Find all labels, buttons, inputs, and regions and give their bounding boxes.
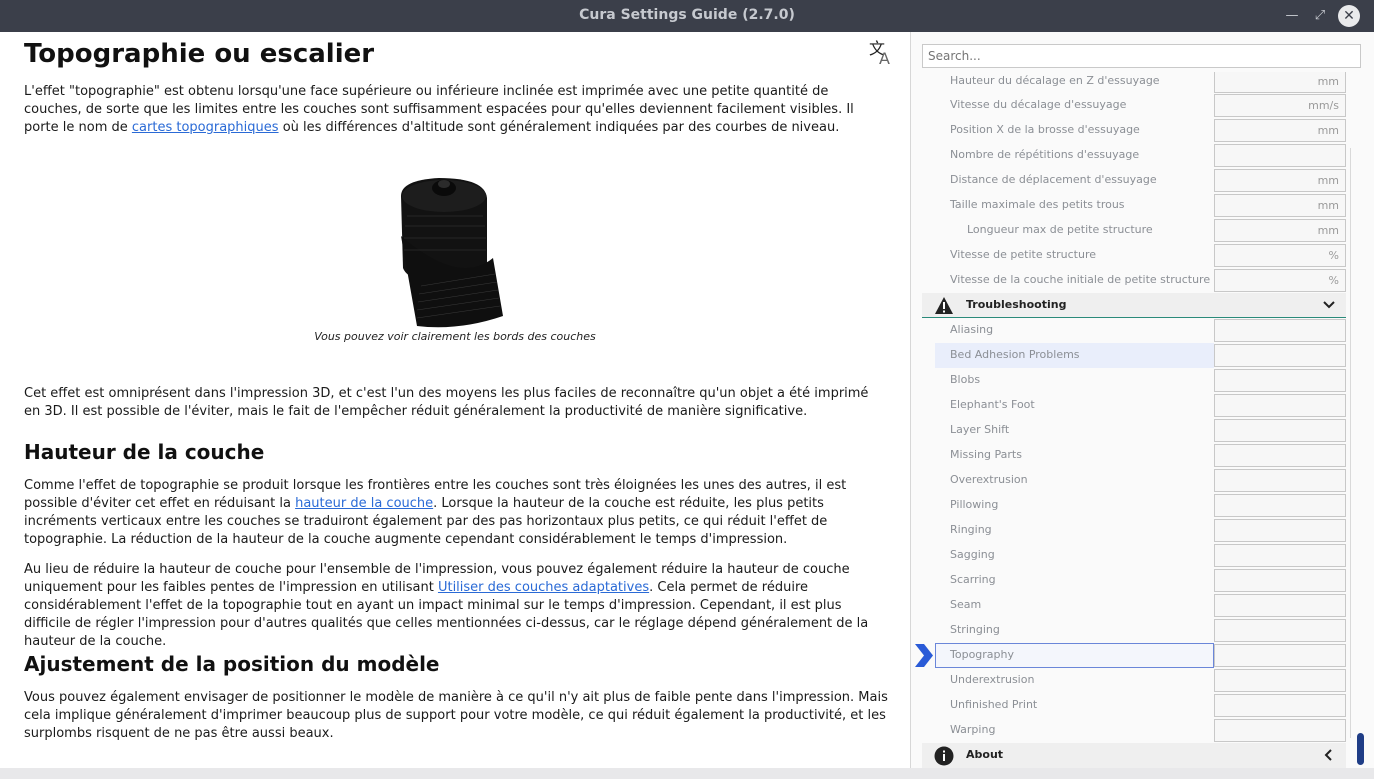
- item-value-field[interactable]: [1214, 369, 1346, 392]
- paragraph-layer-height: Comme l'effet de topographie se produit …: [24, 478, 847, 547]
- setting-row[interactable]: Position X de la brosse d'essuyage mm: [911, 118, 1351, 143]
- setting-row[interactable]: Longueur max de petite structure mm: [911, 218, 1351, 243]
- troubleshooting-item-stringing[interactable]: Stringing: [911, 618, 1351, 643]
- setting-row[interactable]: Vitesse de petite structure %: [911, 243, 1351, 268]
- category-about[interactable]: About: [922, 743, 1346, 768]
- troubleshooting-item-sagging[interactable]: Sagging: [911, 543, 1351, 568]
- scrollbar-track[interactable]: [1350, 148, 1366, 738]
- chevron-left-icon[interactable]: [1322, 748, 1336, 762]
- chevron-down-icon[interactable]: [1322, 298, 1336, 312]
- setting-value-field[interactable]: mm/s: [1214, 94, 1346, 117]
- selected-arrow-icon: [915, 644, 933, 667]
- item-value-field[interactable]: [1214, 469, 1346, 492]
- item-value-field[interactable]: [1214, 544, 1346, 567]
- item-value-field[interactable]: [1214, 444, 1346, 467]
- troubleshooting-item-underextrusion[interactable]: Underextrusion: [911, 668, 1351, 693]
- layer-height-link[interactable]: hauteur de la couche: [295, 496, 433, 511]
- troubleshooting-item-elephants-foot[interactable]: Elephant's Foot: [911, 393, 1351, 418]
- close-button[interactable]: ✕: [1338, 5, 1360, 27]
- setting-value-field[interactable]: mm: [1214, 219, 1346, 242]
- item-value-field[interactable]: [1214, 594, 1346, 617]
- topography-print-photo: [399, 166, 513, 330]
- article: Topographie ou escalier 文 A L'effet "top…: [0, 32, 910, 768]
- setting-value-field[interactable]: mm: [1214, 72, 1346, 93]
- section-title-layer-height: Hauteur de la couche: [24, 440, 265, 464]
- troubleshooting-item-bed-adhesion[interactable]: Bed Adhesion Problems: [911, 343, 1351, 368]
- setting-row[interactable]: Vitesse de la couche initiale de petite …: [911, 268, 1351, 293]
- item-value-field[interactable]: [1214, 344, 1346, 367]
- figure-caption: Vous pouvez voir clairement les bords de…: [314, 330, 596, 343]
- topographic-maps-link[interactable]: cartes topographiques: [132, 120, 279, 135]
- item-value-field[interactable]: [1214, 494, 1346, 517]
- section-title-model-position: Ajustement de la position du modèle: [24, 652, 440, 676]
- item-value-field[interactable]: [1214, 569, 1346, 592]
- item-value-field[interactable]: [1214, 419, 1346, 442]
- window-titlebar: Cura Settings Guide (2.7.0) — ⤢ ✕: [0, 0, 1374, 32]
- translate-icon[interactable]: 文 A: [868, 38, 896, 66]
- setting-value-field[interactable]: %: [1214, 269, 1346, 292]
- scrollbar-thumb[interactable]: [1357, 733, 1364, 765]
- troubleshooting-item-unfinished-print[interactable]: Unfinished Print: [911, 693, 1351, 718]
- troubleshooting-item-aliasing[interactable]: Aliasing: [911, 318, 1351, 343]
- troubleshooting-item-scarring[interactable]: Scarring: [911, 568, 1351, 593]
- window-title: Cura Settings Guide (2.7.0): [579, 7, 795, 23]
- troubleshooting-item-layer-shift[interactable]: Layer Shift: [911, 418, 1351, 443]
- troubleshooting-item-pillowing[interactable]: Pillowing: [911, 493, 1351, 518]
- item-value-field[interactable]: [1214, 519, 1346, 542]
- setting-value-field[interactable]: mm: [1214, 119, 1346, 142]
- window-bottom-edge: [0, 768, 1374, 779]
- troubleshooting-item-topography[interactable]: Topography: [911, 643, 1351, 668]
- info-icon: [934, 746, 954, 766]
- setting-row[interactable]: Hauteur du décalage en Z d'essuyage mm: [911, 72, 1351, 94]
- paragraph-model-position: Vous pouvez également envisager de posit…: [24, 690, 888, 741]
- setting-value-field[interactable]: %: [1214, 244, 1346, 267]
- item-value-field[interactable]: [1214, 644, 1346, 667]
- settings-list[interactable]: Hauteur du décalage en Z d'essuyage mm V…: [911, 72, 1351, 768]
- item-value-field[interactable]: [1214, 319, 1346, 342]
- item-value-field[interactable]: [1214, 394, 1346, 417]
- search-input[interactable]: [922, 44, 1361, 68]
- paragraph-ubiquity: Cet effet est omniprésent dans l'impress…: [24, 386, 869, 419]
- setting-row[interactable]: Vitesse du décalage d'essuyage mm/s: [911, 93, 1351, 118]
- setting-row[interactable]: Taille maximale des petits trous mm: [911, 193, 1351, 218]
- minimize-button[interactable]: —: [1282, 6, 1302, 26]
- page-title: Topographie ou escalier: [24, 39, 375, 69]
- troubleshooting-item-missing-parts[interactable]: Missing Parts: [911, 443, 1351, 468]
- setting-value-field[interactable]: mm: [1214, 169, 1346, 192]
- settings-sidebar: Hauteur du décalage en Z d'essuyage mm V…: [910, 32, 1374, 768]
- troubleshooting-item-blobs[interactable]: Blobs: [911, 368, 1351, 393]
- troubleshooting-item-overextrusion[interactable]: Overextrusion: [911, 468, 1351, 493]
- paragraph-adaptive-layers: Au lieu de réduire la hauteur de couche …: [24, 562, 869, 649]
- category-troubleshooting[interactable]: Troubleshooting: [922, 293, 1346, 318]
- item-value-field[interactable]: [1214, 669, 1346, 692]
- adaptive-layers-link[interactable]: Utiliser des couches adaptatives: [438, 580, 649, 595]
- svg-text:A: A: [879, 49, 890, 66]
- maximize-button[interactable]: ⤢: [1310, 6, 1330, 26]
- item-value-field[interactable]: [1214, 694, 1346, 717]
- troubleshooting-item-ringing[interactable]: Ringing: [911, 518, 1351, 543]
- setting-row[interactable]: Distance de déplacement d'essuyage mm: [911, 168, 1351, 193]
- item-value-field[interactable]: [1214, 619, 1346, 642]
- warning-icon: [935, 297, 953, 314]
- setting-row[interactable]: Nombre de répétitions d'essuyage: [911, 143, 1351, 168]
- setting-value-field[interactable]: mm: [1214, 194, 1346, 217]
- intro-paragraph: L'effet "topographie" est obtenu lorsqu'…: [24, 84, 854, 135]
- troubleshooting-item-warping[interactable]: Warping: [911, 718, 1351, 743]
- item-value-field[interactable]: [1214, 719, 1346, 742]
- troubleshooting-item-seam[interactable]: Seam: [911, 593, 1351, 618]
- setting-value-field[interactable]: [1214, 144, 1346, 167]
